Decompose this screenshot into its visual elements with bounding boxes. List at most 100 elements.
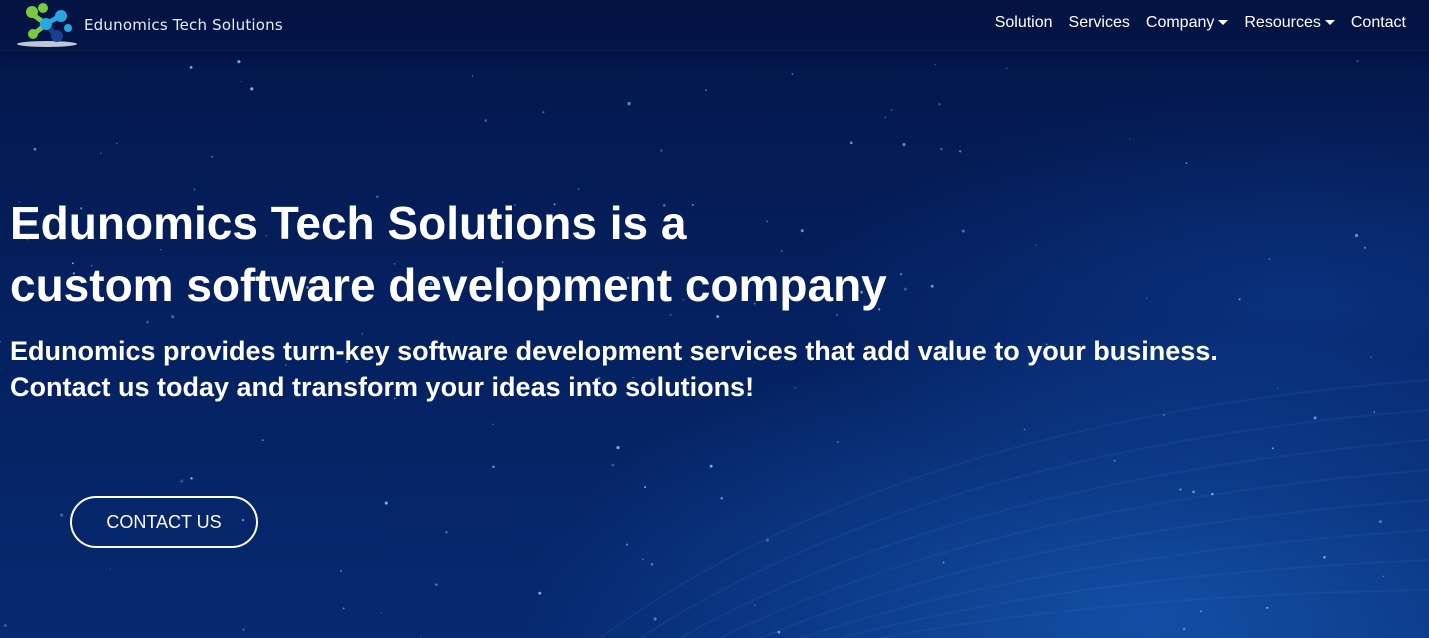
- hero-title-line-2: custom software development company: [10, 259, 887, 311]
- top-navbar: Edunomics Tech Solutions Solution Servic…: [0, 0, 1429, 51]
- star-particle: [240, 80, 242, 83]
- nav-item-company[interactable]: Company: [1146, 14, 1229, 32]
- star-particle: [1363, 246, 1366, 249]
- star-particle: [938, 103, 941, 106]
- star-particle: [660, 149, 663, 152]
- star-particle: [704, 89, 707, 92]
- star-particle: [1266, 606, 1269, 609]
- star-particle: [1313, 416, 1317, 420]
- nav-item-label: Solution: [994, 14, 1053, 31]
- star-particle: [890, 108, 893, 111]
- star-particle: [492, 423, 494, 426]
- star-particle: [1268, 258, 1271, 260]
- star-particle: [849, 141, 853, 145]
- star-particle: [884, 116, 887, 119]
- star-particle: [777, 630, 781, 634]
- nav-item-label: Services: [1068, 14, 1130, 31]
- star-particle: [1382, 575, 1385, 578]
- star-particle: [653, 617, 657, 621]
- star-particle: [611, 463, 615, 467]
- star-particle: [380, 612, 382, 614]
- page: Edunomics Tech Solutions Solution Servic…: [0, 0, 1429, 638]
- hero-title: Edunomics Tech Solutions is a custom sof…: [10, 192, 1110, 316]
- star-particle: [836, 440, 840, 444]
- star-particle: [709, 464, 713, 468]
- star-particle: [720, 497, 723, 500]
- nav-item-solution[interactable]: Solution: [995, 14, 1053, 32]
- star-particle: [1023, 428, 1026, 431]
- star-particle: [577, 187, 580, 191]
- star-particle: [753, 604, 756, 606]
- star-particle: [765, 538, 770, 542]
- star-particle: [626, 543, 629, 546]
- star-particle: [1378, 519, 1383, 524]
- star-particle: [445, 531, 448, 534]
- star-particle: [1199, 610, 1202, 613]
- star-particle: [1356, 60, 1359, 63]
- star-particle: [1128, 138, 1131, 140]
- hero-subtitle-line-1: Edunomics provides turn-key software dev…: [10, 336, 1218, 366]
- star-particle: [542, 111, 545, 114]
- star-particle: [33, 147, 37, 151]
- star-particle: [211, 155, 214, 158]
- caret-down-icon: [1324, 19, 1335, 25]
- star-particle: [1271, 447, 1274, 450]
- contact-us-button[interactable]: CONTACT US: [70, 496, 258, 548]
- hero-subtitle-line-2: Contact us today and transform your idea…: [10, 372, 755, 402]
- nav-item-resources[interactable]: Resources: [1244, 14, 1335, 32]
- star-particle: [180, 479, 184, 483]
- star-particle: [791, 72, 794, 75]
- star-particle: [339, 569, 343, 573]
- star-particle: [435, 583, 438, 586]
- star-particle: [242, 628, 245, 631]
- star-particle: [1354, 233, 1359, 238]
- star-particle: [60, 513, 64, 517]
- star-particle: [616, 445, 620, 450]
- nav-item-label: Contact: [1350, 14, 1406, 31]
- star-particle: [1162, 413, 1166, 417]
- star-particle: [1113, 459, 1116, 462]
- star-particle: [492, 465, 495, 469]
- star-particle: [116, 142, 118, 144]
- star-particle: [1179, 488, 1182, 491]
- star-particle: [237, 60, 241, 64]
- star-particle: [1323, 555, 1326, 559]
- star-particle: [250, 87, 254, 91]
- nav-item-label: Resources: [1244, 14, 1321, 31]
- hero-subtitle: Edunomics provides turn-key software dev…: [10, 333, 1360, 405]
- star-particle: [1182, 627, 1186, 631]
- main-nav: Solution Services Company Resources Cont…: [995, 0, 1406, 46]
- star-particle: [471, 75, 474, 77]
- star-particle: [109, 568, 111, 570]
- star-particle: [1373, 411, 1376, 414]
- star-particle: [190, 477, 193, 480]
- star-particle: [627, 101, 631, 106]
- star-particle: [1006, 67, 1008, 70]
- star-particle: [261, 439, 264, 441]
- star-particle: [100, 152, 102, 154]
- brand-link[interactable]: Edunomics Tech Solutions: [16, 2, 283, 48]
- nav-item-contact[interactable]: Contact: [1351, 14, 1406, 32]
- star-particle: [0, 340, 2, 343]
- star-particle: [538, 591, 542, 595]
- nav-item-services[interactable]: Services: [1069, 14, 1130, 32]
- star-particle: [958, 150, 962, 153]
- star-particle: [1238, 298, 1241, 301]
- star-particle: [484, 119, 488, 122]
- star-particle: [342, 607, 345, 610]
- star-particle: [1211, 492, 1214, 496]
- star-particle: [650, 562, 654, 566]
- star-particle: [4, 624, 7, 627]
- star-particle: [1146, 297, 1148, 299]
- star-particle: [1185, 162, 1188, 165]
- molecule-logo-icon: [17, 3, 77, 47]
- star-particle: [940, 147, 943, 151]
- star-particle: [902, 143, 906, 147]
- caret-down-icon: [1218, 19, 1229, 25]
- star-particle: [146, 320, 149, 324]
- star-particle: [641, 558, 644, 561]
- star-particle: [189, 65, 193, 69]
- star-particle: [644, 486, 647, 489]
- star-particle: [934, 63, 936, 66]
- star-particle: [1192, 490, 1195, 494]
